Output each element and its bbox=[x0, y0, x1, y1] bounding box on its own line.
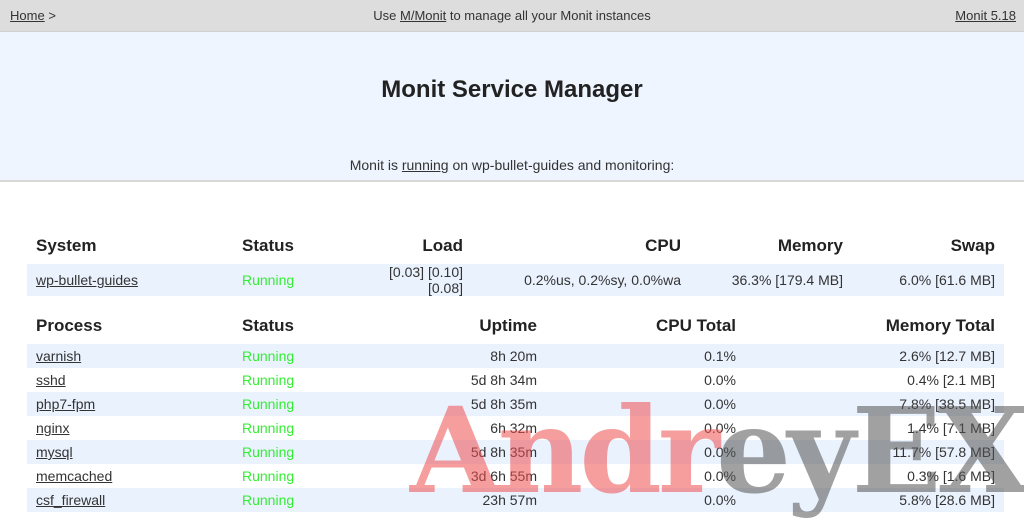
cpu-total-value: 0.0% bbox=[546, 488, 745, 512]
column-header-swap[interactable]: Swap bbox=[852, 228, 1004, 264]
uptime-value: 5d 8h 34m bbox=[470, 372, 537, 388]
memory-total-value: 7.8% [38.5 MB] bbox=[745, 392, 1004, 416]
column-header-status[interactable]: Status bbox=[233, 228, 343, 264]
cpu-total-value: 0.1% bbox=[546, 344, 745, 368]
process-row: nginx Running 6h 32m 0.0% 1.4% [7.1 MB] bbox=[27, 416, 1004, 440]
mmonit-promo: Use M/Monit to manage all your Monit ins… bbox=[0, 8, 1024, 23]
status-badge: Running bbox=[242, 468, 295, 484]
process-name-link[interactable]: sshd bbox=[36, 372, 66, 388]
mmonit-link[interactable]: M/Monit bbox=[400, 8, 446, 23]
cpu-value: 0.2%us, 0.2%sy, 0.0%wa bbox=[472, 264, 690, 296]
process-name-cell: php7-fpm bbox=[27, 392, 233, 416]
status-badge: Running bbox=[242, 372, 295, 388]
process-row: sshd Running 5d 8h 34m 0.0% 0.4% [2.1 MB] bbox=[27, 368, 1004, 392]
uptime-value: 6h 32m bbox=[490, 420, 537, 436]
uptime-value: 5d 8h 35m bbox=[343, 392, 546, 416]
process-name-cell: sshd bbox=[27, 368, 233, 392]
breadcrumb-separator: > bbox=[48, 8, 56, 23]
memory-total-value: 0.3% [1.6 MB] bbox=[907, 468, 995, 484]
column-header-cpu-total[interactable]: CPU Total bbox=[546, 308, 745, 344]
memory-total-value: 0.4% [2.1 MB] bbox=[907, 372, 995, 388]
uptime-value: 3d 6h 55m bbox=[470, 468, 537, 484]
promo-suffix-text: to manage all your Monit instances bbox=[446, 8, 651, 23]
system-name-cell: wp-bullet-guides bbox=[27, 264, 233, 296]
status-badge: Running bbox=[233, 264, 343, 296]
process-row: mysql Running 5d 8h 35m 0.0% 11.7% [57.8 MB] bbox=[27, 440, 1004, 464]
subtitle-suffix: on wp-bullet-guides and monitoring: bbox=[448, 157, 675, 173]
column-header-system[interactable]: System bbox=[27, 228, 233, 264]
column-header-cpu[interactable]: CPU bbox=[472, 228, 690, 264]
process-row: varnish Running 8h 20m 0.1% 2.6% [12.7 MB] bbox=[27, 344, 1004, 368]
process-name-cell: varnish bbox=[27, 344, 233, 368]
system-name-link[interactable]: wp-bullet-guides bbox=[36, 272, 138, 288]
process-row: memcached Running 3d 6h 55m 0.0% 0.3% [1.6 M… bbox=[27, 464, 1004, 488]
status-badge: Running bbox=[242, 420, 295, 436]
status-badge: Running bbox=[233, 344, 343, 368]
cpu-total-value: 0.0% bbox=[546, 440, 745, 464]
system-table-header: System Status Load CPU Memory Swap bbox=[27, 228, 1004, 264]
memory-total-value: 2.6% [12.7 MB] bbox=[745, 344, 1004, 368]
process-row: php7-fpm Running 5d 8h 35m 0.0% 7.8% [38.5 M… bbox=[27, 392, 1004, 416]
uptime-value: 5d 8h 35m bbox=[343, 440, 546, 464]
process-name-cell: mysql bbox=[27, 440, 233, 464]
home-link[interactable]: Home bbox=[10, 8, 45, 23]
process-row: csf_firewall Running 23h 57m 0.0% 5.8% [28.6… bbox=[27, 488, 1004, 512]
column-header-memory-total[interactable]: Memory Total bbox=[745, 308, 1004, 344]
process-name-link[interactable]: mysql bbox=[36, 444, 73, 460]
page-title: Monit Service Manager bbox=[381, 76, 643, 103]
cpu-total-value: 0.0% bbox=[704, 372, 736, 388]
column-header-status[interactable]: Status bbox=[233, 308, 343, 344]
memory-total-value: 1.4% [7.1 MB] bbox=[907, 420, 995, 436]
process-name-link[interactable]: memcached bbox=[36, 468, 112, 484]
promo-prefix-text: Use bbox=[373, 8, 400, 23]
memory-total-value: 5.8% [28.6 MB] bbox=[745, 488, 1004, 512]
cpu-total-value: 0.0% bbox=[704, 420, 736, 436]
uptime-value: 8h 20m bbox=[343, 344, 546, 368]
monit-version-link[interactable]: Monit 5.18 bbox=[955, 8, 1016, 23]
page-header: Monit Service Manager Monit is running o… bbox=[0, 32, 1024, 182]
load-value: [0.03] [0.10] [0.08] bbox=[343, 264, 472, 296]
process-table: Process Status Uptime CPU Total Memory T… bbox=[27, 308, 1004, 512]
column-header-process[interactable]: Process bbox=[27, 308, 233, 344]
column-header-uptime[interactable]: Uptime bbox=[343, 308, 546, 344]
swap-value: 6.0% [61.6 MB] bbox=[852, 264, 1004, 296]
running-link[interactable]: running bbox=[402, 157, 449, 173]
process-name-link[interactable]: varnish bbox=[36, 348, 81, 364]
uptime-value: 23h 57m bbox=[343, 488, 546, 512]
process-name-link[interactable]: php7-fpm bbox=[36, 396, 95, 412]
process-table-header: Process Status Uptime CPU Total Memory T… bbox=[27, 308, 1004, 344]
process-name-link[interactable]: nginx bbox=[36, 420, 69, 436]
process-name-cell: memcached bbox=[27, 464, 233, 488]
column-header-load[interactable]: Load bbox=[343, 228, 472, 264]
status-badge: Running bbox=[233, 488, 343, 512]
process-name-cell: nginx bbox=[27, 416, 233, 440]
status-badge: Running bbox=[233, 440, 343, 464]
memory-value: 36.3% [179.4 MB] bbox=[690, 264, 852, 296]
cpu-total-value: 0.0% bbox=[704, 468, 736, 484]
top-navigation-bar: Home > Use M/Monit to manage all your Mo… bbox=[0, 0, 1024, 32]
process-name-link[interactable]: csf_firewall bbox=[36, 492, 105, 508]
subtitle-prefix: Monit is bbox=[349, 157, 402, 173]
cpu-total-value: 0.0% bbox=[546, 392, 745, 416]
system-table: System Status Load CPU Memory Swap wp-bu… bbox=[27, 228, 1004, 296]
system-row: wp-bullet-guides Running [0.03] [0.10] [… bbox=[27, 264, 1004, 296]
page-subtitle: Monit is running on wp-bullet-guides and… bbox=[0, 157, 1024, 173]
status-badge: Running bbox=[233, 392, 343, 416]
process-name-cell: csf_firewall bbox=[27, 488, 233, 512]
memory-total-value: 11.7% [57.8 MB] bbox=[745, 440, 1004, 464]
column-header-memory[interactable]: Memory bbox=[690, 228, 852, 264]
breadcrumb: Home > bbox=[10, 8, 56, 23]
